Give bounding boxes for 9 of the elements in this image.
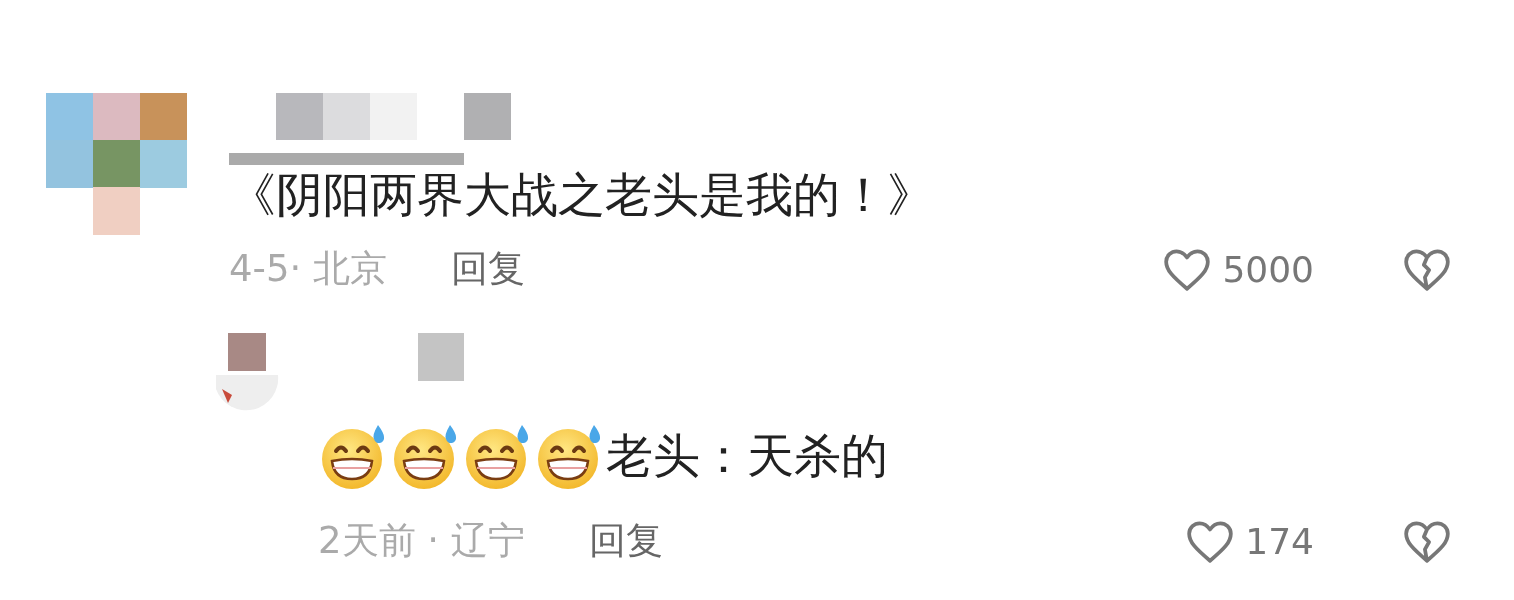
comment-text: 《阴阳两界大战之老头是我的！》 [229, 166, 934, 224]
like-count: 5000 [1222, 248, 1314, 290]
comment-meta: 4-5· 北京 [229, 246, 387, 292]
like-count: 174 [1245, 520, 1314, 562]
username-mosaic [418, 333, 464, 381]
comment-meta: 2天前 · 辽宁 [318, 518, 525, 564]
reply-link[interactable]: 回复 [588, 516, 663, 566]
reply-link[interactable]: 回复 [450, 244, 525, 294]
comment-text: 老头：天杀的 [606, 427, 888, 485]
